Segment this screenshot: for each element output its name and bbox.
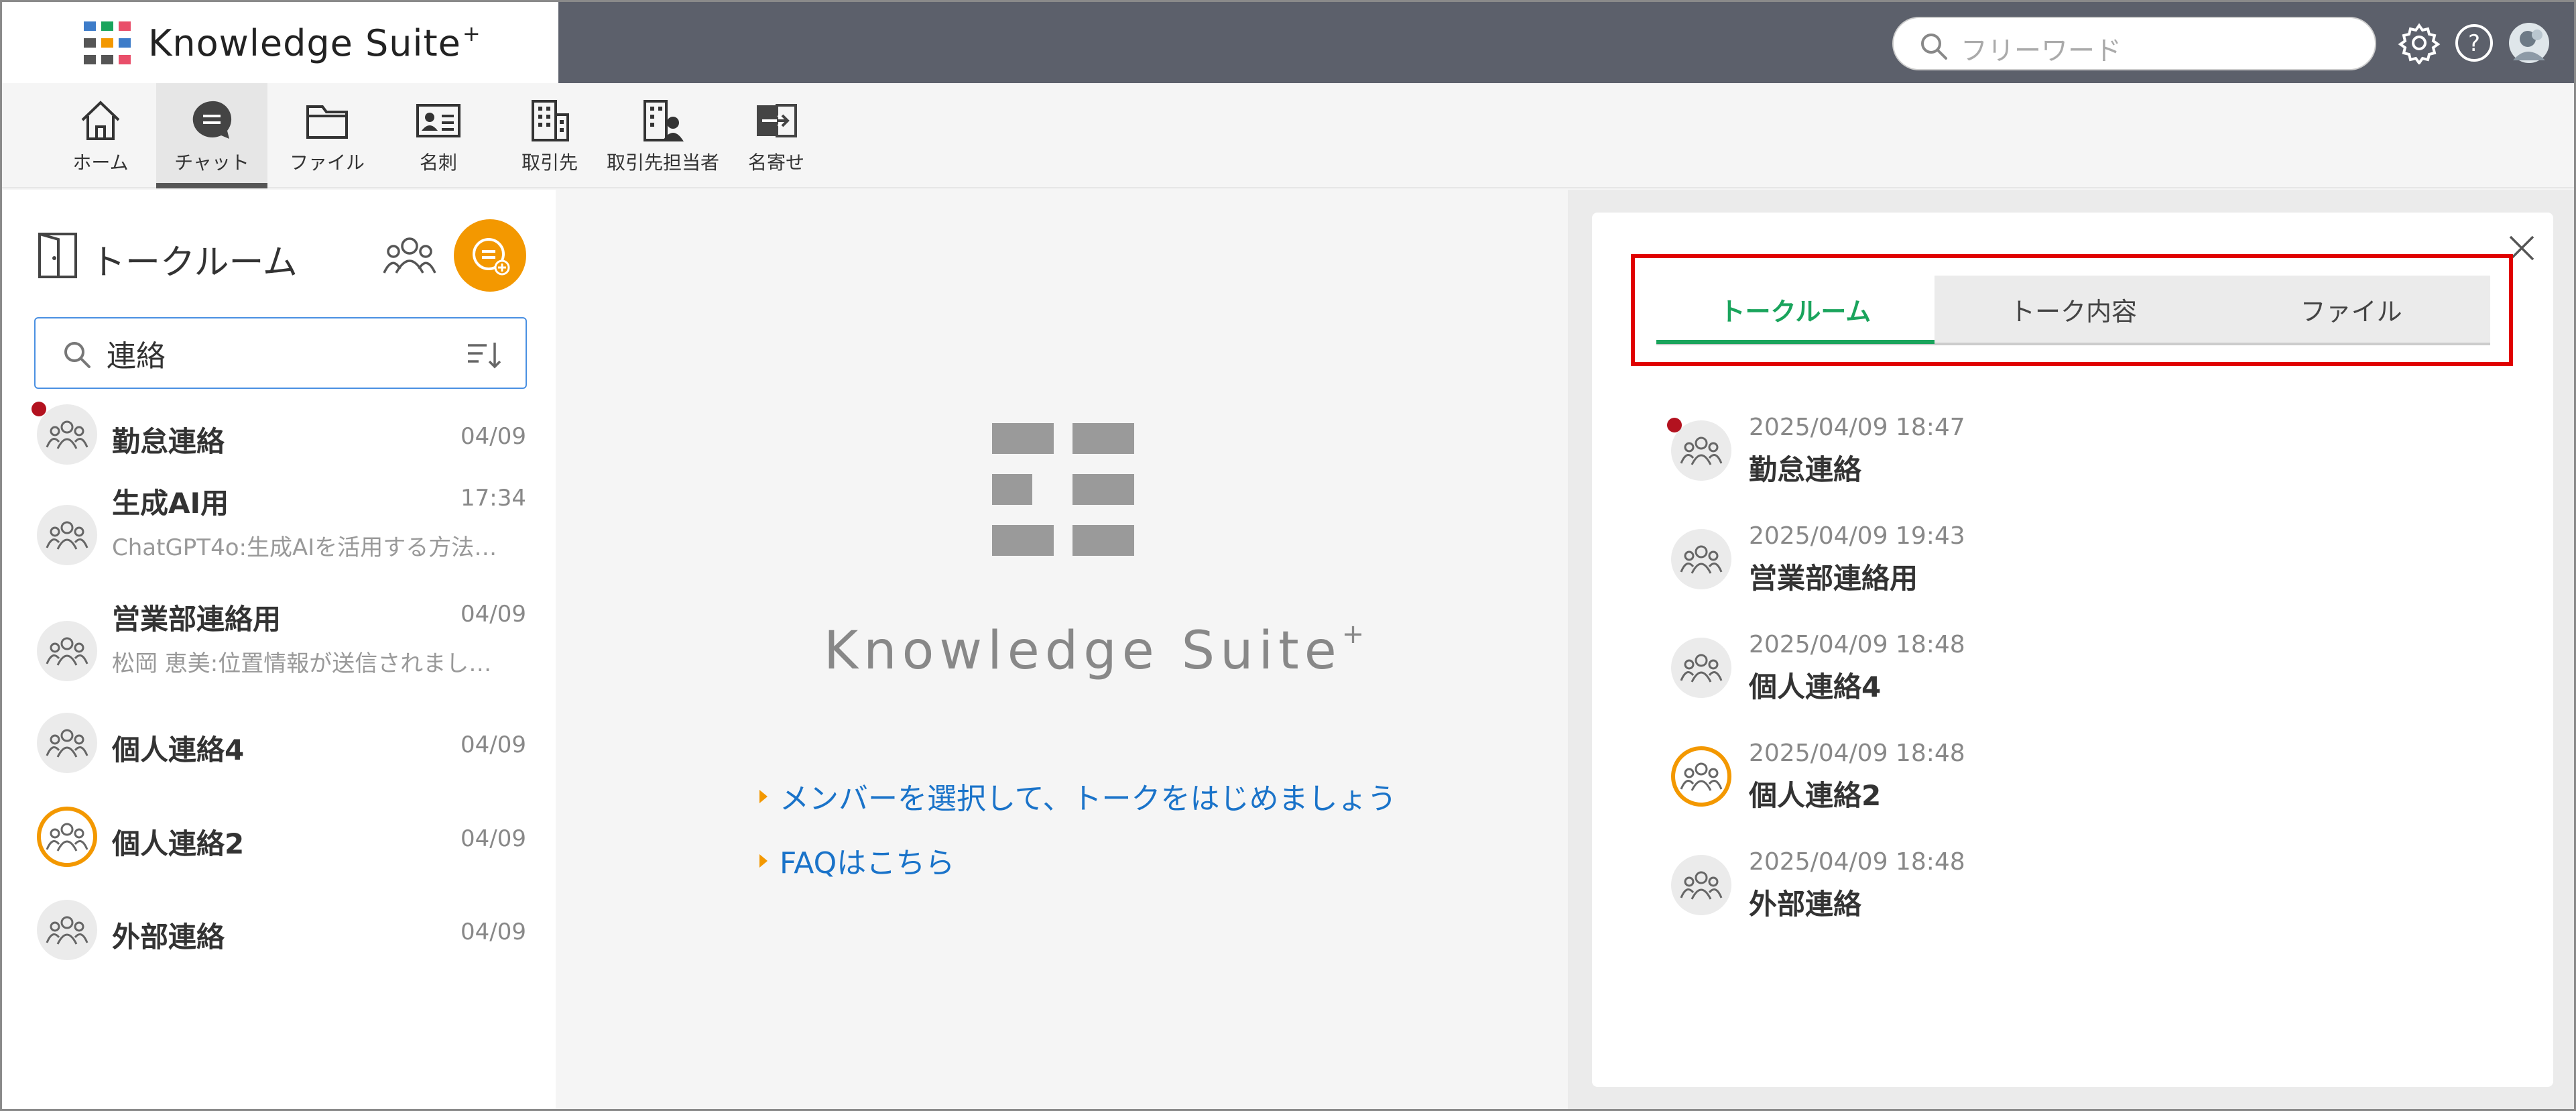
talkroom-sidebar: トークルーム 勤怠連絡 04/09 生成AI用 17:34 ChatGPT4o:生成AI… xyxy=(2,190,556,1109)
room-name: 外部連絡 xyxy=(112,921,225,953)
room-name: 営業部連絡用 xyxy=(112,603,282,636)
result-name: 個人連絡2 xyxy=(1749,779,1882,812)
room-date: 17:34 xyxy=(461,485,526,512)
center-logo-icon xyxy=(992,423,1140,557)
search-placeholder: フリーワード xyxy=(1961,36,2122,66)
nav-home[interactable]: ホーム xyxy=(60,83,141,188)
search-results-panel: トークルーム トーク内容 ファイル 2025/04/09 18:47 勤怠連絡 20… xyxy=(1592,213,2553,1087)
unread-dot xyxy=(32,402,46,416)
app-window: Knowledge Suite+ フリーワード ? ホーム チャット ファイル … xyxy=(0,0,2576,1111)
center-brand: Knowledge Suite+ xyxy=(824,619,1365,681)
brand-name: Knowledge Suite+ xyxy=(148,21,481,64)
room-snippet: ChatGPT4o:生成AIを活用する方法… xyxy=(112,534,497,561)
result-name: 外部連絡 xyxy=(1749,888,1862,921)
svg-text:?: ? xyxy=(2468,30,2480,57)
members-button[interactable] xyxy=(383,233,436,281)
room-search-input[interactable] xyxy=(107,332,455,375)
result-date: 2025/04/09 18:48 xyxy=(1749,631,1965,658)
chat-placeholder-area: Knowledge Suite+ メンバーを選択して、トークをはじめましょう F… xyxy=(556,190,1568,1109)
business-card-icon xyxy=(416,103,461,137)
room-date: 04/09 xyxy=(461,919,526,945)
room-date: 04/09 xyxy=(461,732,526,758)
group-avatar-icon xyxy=(37,621,97,681)
gear-icon[interactable] xyxy=(2398,21,2441,64)
room-search-box[interactable] xyxy=(34,317,527,389)
group-avatar-icon xyxy=(37,404,97,465)
group-avatar-icon xyxy=(37,807,97,867)
room-date: 04/09 xyxy=(461,423,526,450)
select-member-link[interactable]: メンバーを選択して、トークをはじめましょう xyxy=(759,774,1396,817)
group-avatar-icon xyxy=(1671,529,1731,589)
merge-icon xyxy=(757,103,797,137)
room-name: 個人連絡4 xyxy=(112,734,245,766)
door-icon[interactable] xyxy=(34,231,81,280)
nav-file[interactable]: ファイル xyxy=(284,83,371,188)
result-date: 2025/04/09 18:48 xyxy=(1749,740,1965,767)
room-name: 勤怠連絡 xyxy=(112,425,225,458)
building-person-icon xyxy=(643,99,684,141)
result-date: 2025/04/09 19:43 xyxy=(1749,522,1965,550)
room-name: 個人連絡2 xyxy=(112,827,245,860)
group-avatar-icon xyxy=(1671,638,1731,698)
new-chat-icon xyxy=(473,238,510,276)
room-snippet: 松岡 恵美:位置情報が送信されまし… xyxy=(112,650,492,677)
result-date: 2025/04/09 18:48 xyxy=(1749,848,1965,876)
group-avatar-icon xyxy=(37,713,97,773)
folder-icon xyxy=(306,105,348,139)
group-avatar-icon xyxy=(1671,746,1731,807)
room-name: 生成AI用 xyxy=(112,487,229,520)
link-arrow-icon xyxy=(759,854,768,868)
result-name: 個人連絡4 xyxy=(1749,670,1882,703)
group-avatar-icon xyxy=(37,900,97,960)
group-avatar-icon xyxy=(37,505,97,565)
building-icon xyxy=(532,99,569,141)
chat-icon xyxy=(192,101,232,139)
result-tabs: トークルーム トーク内容 ファイル xyxy=(1656,276,2490,344)
nav-business-card[interactable]: 名刺 xyxy=(395,83,482,188)
tab-file[interactable]: ファイル xyxy=(2212,276,2490,343)
new-chat-button[interactable] xyxy=(454,219,526,292)
help-icon[interactable]: ? xyxy=(2453,21,2496,64)
search-icon xyxy=(1921,34,1947,60)
result-name: 営業部連絡用 xyxy=(1749,562,1918,595)
nav-client-contact[interactable]: 取引先担当者 xyxy=(605,83,721,188)
group-avatar-icon xyxy=(1671,855,1731,915)
tab-talkroom[interactable]: トークルーム xyxy=(1656,276,1935,344)
home-icon xyxy=(81,100,120,140)
main-nav: ホーム チャット ファイル 名刺 取引先 取引先担当者 名寄せ xyxy=(2,83,2574,188)
tab-talk-content[interactable]: トーク内容 xyxy=(1935,276,2213,343)
room-date: 04/09 xyxy=(461,825,526,852)
sort-icon[interactable] xyxy=(467,340,501,369)
nav-chat[interactable]: チャット xyxy=(156,83,267,188)
search-icon xyxy=(64,342,90,368)
top-bar: Knowledge Suite+ フリーワード ? xyxy=(2,2,2574,83)
nav-client[interactable]: 取引先 xyxy=(506,83,593,188)
user-avatar[interactable] xyxy=(2508,21,2551,64)
unread-dot xyxy=(1667,418,1682,432)
result-date: 2025/04/09 18:47 xyxy=(1749,414,1965,441)
global-search-input[interactable]: フリーワード xyxy=(1892,17,2376,70)
room-date: 04/09 xyxy=(461,601,526,628)
sidebar-title: トークルーム xyxy=(90,243,298,283)
result-name: 勤怠連絡 xyxy=(1749,453,1862,486)
faq-link[interactable]: FAQはこちら xyxy=(759,839,955,882)
link-arrow-icon xyxy=(759,790,768,803)
brand-area[interactable]: Knowledge Suite+ xyxy=(2,2,558,83)
nav-merge[interactable]: 名寄せ xyxy=(733,83,820,188)
brand-logo-icon xyxy=(84,21,131,64)
